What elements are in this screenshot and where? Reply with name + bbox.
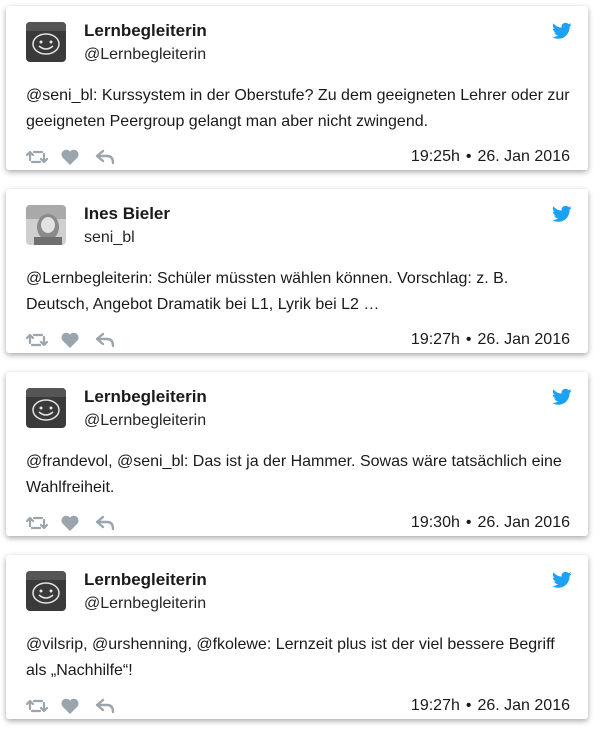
like-heart-icon[interactable] xyxy=(60,514,82,532)
avatar[interactable] xyxy=(26,388,66,428)
author-handle[interactable]: seni_bl xyxy=(84,229,135,247)
tweet-text: @vilsrip, @urshenning, @fkolewe: Lernzei… xyxy=(26,636,555,679)
reply-icon[interactable] xyxy=(94,697,116,715)
tweet-date: 26. Jan 2016 xyxy=(477,697,570,714)
twitter-bird-icon[interactable] xyxy=(552,571,572,589)
tweet-actions xyxy=(25,331,116,349)
tweet-time: 19:27h xyxy=(410,331,460,348)
smiley-avatar-icon xyxy=(26,571,66,611)
twitter-bird-icon[interactable] xyxy=(552,388,572,406)
tweet-date: 26. Jan 2016 xyxy=(477,148,570,165)
tweet-time: 19:27h xyxy=(410,697,460,714)
like-heart-icon[interactable] xyxy=(60,697,82,715)
like-heart-icon[interactable] xyxy=(60,331,82,349)
like-heart-icon[interactable] xyxy=(60,148,82,166)
separator-dot: • xyxy=(465,331,472,348)
retweet-icon[interactable] xyxy=(25,514,49,532)
twitter-bird-icon[interactable] xyxy=(552,22,572,40)
tweet-timestamp[interactable]: 19:25h • 26. Jan 2016 xyxy=(411,148,570,166)
tweet-card[interactable]: Ines Bieler seni_bl @Lernbegleiterin: Sc… xyxy=(6,189,588,353)
smiley-avatar-icon xyxy=(26,388,66,428)
author-handle[interactable]: @Lernbegleiterin xyxy=(84,412,206,430)
tweet-time: 19:30h xyxy=(410,514,460,531)
separator-dot: • xyxy=(465,697,472,714)
tweet-actions xyxy=(25,697,116,715)
smiley-avatar-icon xyxy=(26,22,66,62)
author-name[interactable]: Ines Bieler xyxy=(84,204,170,224)
separator-dot: • xyxy=(465,148,472,165)
tweet-card[interactable]: Lernbegleiterin @Lernbegleiterin @vilsri… xyxy=(6,555,588,719)
reply-icon[interactable] xyxy=(94,148,116,166)
avatar[interactable] xyxy=(26,571,66,611)
tweet-card[interactable]: Lernbegleiterin @Lernbegleiterin @seni_b… xyxy=(6,6,588,170)
retweet-icon[interactable] xyxy=(25,148,49,166)
twitter-bird-icon[interactable] xyxy=(552,205,572,223)
avatar[interactable] xyxy=(26,205,66,245)
tweet-card[interactable]: Lernbegleiterin @Lernbegleiterin @frande… xyxy=(6,372,588,536)
retweet-icon[interactable] xyxy=(25,697,49,715)
tweet-date: 26. Jan 2016 xyxy=(477,514,570,531)
tweet-text: @frandevol, @seni_bl: Das ist ja der Ham… xyxy=(26,453,562,496)
reply-icon[interactable] xyxy=(94,514,116,532)
photo-avatar-icon xyxy=(26,205,66,245)
author-handle[interactable]: @Lernbegleiterin xyxy=(84,595,206,613)
author-handle[interactable]: @Lernbegleiterin xyxy=(84,46,206,64)
tweet-actions xyxy=(25,148,116,166)
author-name[interactable]: Lernbegleiterin xyxy=(84,570,207,590)
reply-icon[interactable] xyxy=(94,331,116,349)
tweet-actions xyxy=(25,514,116,532)
tweet-text: @seni_bl: Kurssystem in der Oberstufe? Z… xyxy=(26,87,570,130)
tweet-date: 26. Jan 2016 xyxy=(477,331,570,348)
separator-dot: • xyxy=(465,514,472,531)
tweet-feed: Lernbegleiterin @Lernbegleiterin @seni_b… xyxy=(0,0,610,738)
retweet-icon[interactable] xyxy=(25,331,49,349)
author-name[interactable]: Lernbegleiterin xyxy=(84,387,207,407)
tweet-text: @Lernbegleiterin: Schüler müssten wählen… xyxy=(26,270,509,313)
tweet-timestamp[interactable]: 19:30h • 26. Jan 2016 xyxy=(411,514,570,532)
tweet-timestamp[interactable]: 19:27h • 26. Jan 2016 xyxy=(411,697,570,715)
author-name[interactable]: Lernbegleiterin xyxy=(84,21,207,41)
tweet-time: 19:25h xyxy=(410,148,460,165)
tweet-timestamp[interactable]: 19:27h • 26. Jan 2016 xyxy=(411,331,570,349)
avatar[interactable] xyxy=(26,22,66,62)
